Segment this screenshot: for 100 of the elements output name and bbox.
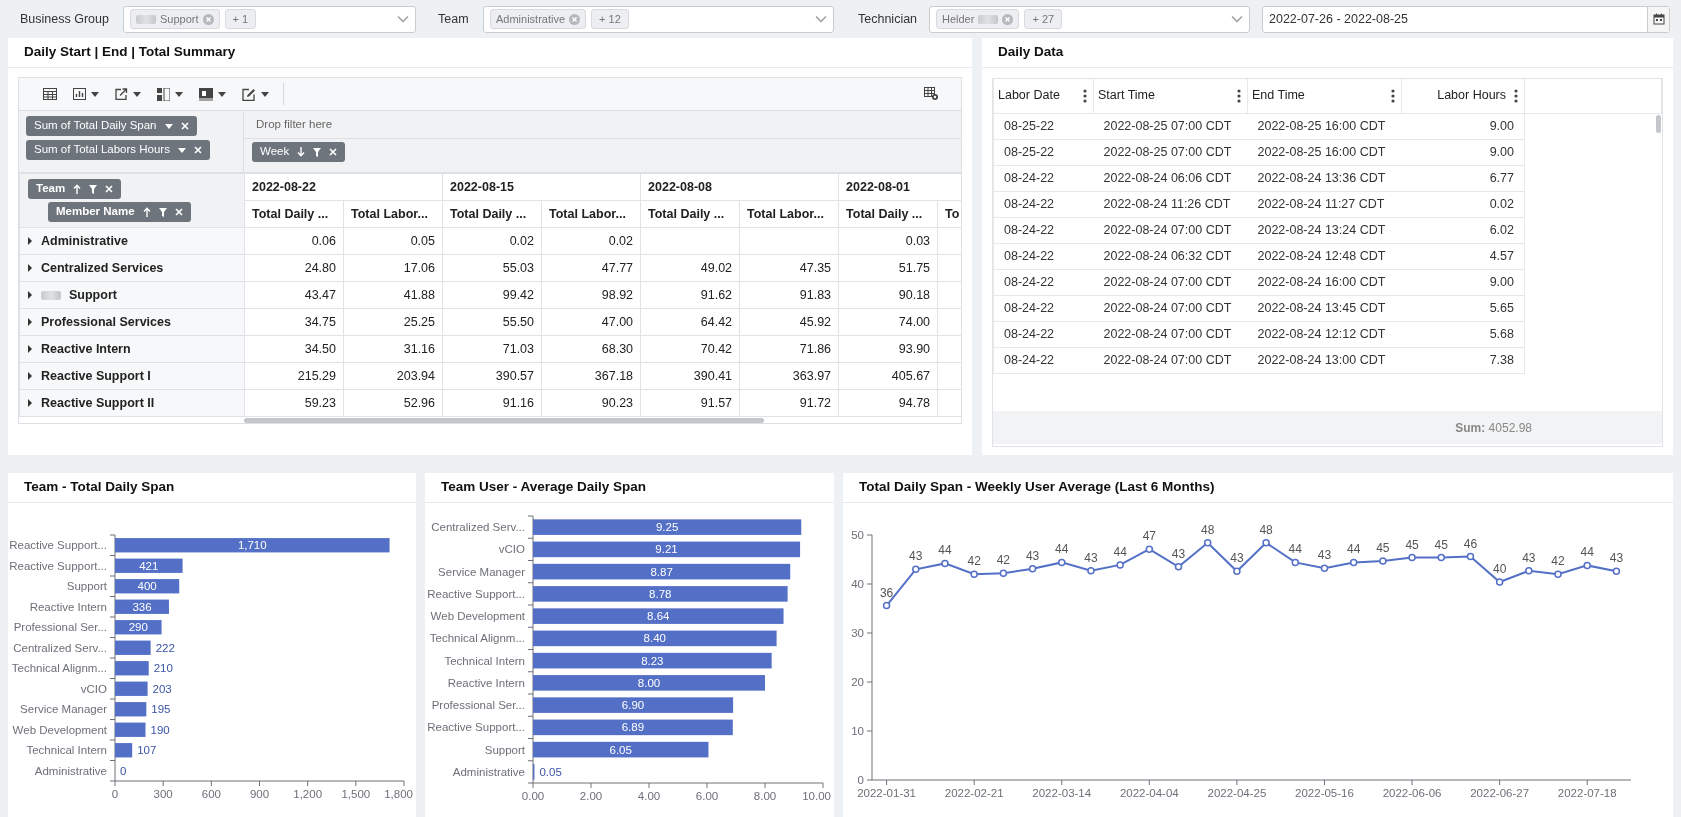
field-chip[interactable]: Week: [252, 142, 346, 162]
column-menu-icon[interactable]: [1514, 88, 1518, 103]
arrow-up-icon[interactable]: [142, 207, 151, 217]
table-cell: 08-24-22: [1004, 196, 1055, 211]
axis-label: 4.00: [637, 790, 661, 802]
table-cell: 5.68: [1489, 326, 1514, 341]
caret-icon: [133, 91, 141, 97]
axis-label: 30: [851, 627, 864, 639]
column-menu-icon[interactable]: [1083, 88, 1087, 103]
arrow-down-icon[interactable]: [297, 147, 306, 157]
column-header: Total Daily ...: [838, 200, 938, 228]
table-cell: 98.92: [601, 287, 634, 302]
table-cell: 363.97: [792, 368, 832, 383]
table-cell: 93.90: [898, 341, 931, 356]
close-icon: [180, 122, 189, 130]
caret-icon: [218, 91, 226, 97]
bar: [115, 743, 133, 758]
close-icon: [105, 185, 114, 193]
more-count-chip[interactable]: + 12: [591, 9, 629, 29]
table-cell: 70.42: [700, 341, 733, 356]
column-header: Start Time: [1098, 87, 1155, 105]
column-menu-icon[interactable]: [1237, 88, 1241, 103]
data-point: [1495, 578, 1504, 586]
data-label: 46: [1463, 536, 1478, 551]
field-chip[interactable]: Team: [28, 179, 122, 199]
field-chip[interactable]: Member Name: [48, 202, 191, 222]
column-menu-icon[interactable]: [1391, 88, 1395, 103]
axis-label: 10: [851, 725, 864, 737]
data-label: 222: [155, 641, 175, 654]
axis-label: 2022-03-14: [1032, 787, 1092, 799]
selected-chip[interactable]: Support: [130, 9, 220, 29]
axis-label: 2022-04-25: [1207, 787, 1267, 799]
data-label: 45: [1434, 537, 1448, 552]
filter-label: Team: [438, 10, 469, 28]
data-label: 421: [139, 559, 159, 572]
table-cell: 91.83: [799, 287, 832, 302]
panel-title: Daily Start | End | Total Summary: [24, 43, 236, 62]
more-count-chip[interactable]: + 27: [1024, 9, 1063, 29]
data-point: [1116, 561, 1124, 569]
column-header: End Time: [1252, 87, 1305, 105]
data-label: 48: [1259, 522, 1273, 537]
selected-chip[interactable]: Administrative: [490, 9, 587, 29]
table-cell: 47.77: [601, 260, 634, 275]
table-cell: 90.23: [601, 395, 634, 410]
table-cell: 2022-08-24 13:24 CDT: [1257, 222, 1386, 237]
selected-chip[interactable]: Helder: [936, 9, 1020, 29]
axis-label: 2022-06-27: [1470, 787, 1530, 799]
axis-label: Reactive Support...: [9, 559, 107, 572]
axis-label: 40: [851, 578, 864, 590]
axis-label: Technical Alignm...: [11, 662, 107, 675]
more-count-chip[interactable]: + 1: [224, 9, 257, 29]
axis-label: 2022-02-21: [944, 787, 1004, 799]
multi-select-field[interactable]: Administrative + 12: [483, 5, 834, 33]
axis-label: Reactive Support...: [427, 721, 525, 734]
multi-select-field[interactable]: Helder + 27: [929, 5, 1250, 33]
column-header: 2022-08-15: [442, 173, 641, 201]
data-label: 8.23: [641, 654, 664, 667]
filter-label: Technician: [858, 10, 918, 28]
data-label: 336: [132, 600, 152, 613]
table-cell: 24.80: [304, 260, 336, 275]
data-label: 43: [1317, 548, 1332, 563]
blurred-text: [978, 14, 999, 24]
remove-icon: [569, 13, 581, 25]
table-cell: 405.67: [891, 368, 931, 383]
data-point: [1087, 567, 1095, 575]
scrollbar[interactable]: [1656, 115, 1661, 133]
scrollbar[interactable]: [244, 418, 764, 423]
data-label: 40: [1492, 562, 1507, 577]
measure-chip[interactable]: Sum of Total Daily Span: [26, 116, 197, 136]
data-label: 210: [153, 662, 173, 675]
axis-label: Technical Intern: [444, 654, 525, 667]
table-cell: 91.57: [700, 395, 733, 410]
panel-title: Team - Total Daily Span: [24, 478, 175, 497]
table-cell: 215.29: [297, 368, 336, 383]
table-cell: 08-24-22: [1004, 222, 1055, 237]
calendar-button[interactable]: [1647, 6, 1669, 32]
multi-select-field[interactable]: Support + 1: [123, 5, 416, 33]
date-range-field[interactable]: 2022-07-26 - 2022-08-25: [1262, 5, 1670, 33]
measure-chip[interactable]: Sum of Total Labors Hours: [26, 140, 210, 160]
table-cell: 99.42: [502, 287, 534, 302]
data-label: 43: [909, 549, 923, 564]
data-label: 44: [1288, 542, 1302, 557]
caret-icon: [175, 91, 183, 97]
axis-label: Service Manager: [20, 703, 107, 716]
data-point: [1291, 558, 1300, 567]
table-cell: 91.72: [799, 395, 832, 410]
table-cell: 45.92: [799, 314, 832, 329]
data-label: 43: [1025, 548, 1040, 563]
data-label: 45: [1376, 540, 1390, 555]
table-cell: 0.03: [905, 233, 931, 248]
data-point: [1262, 539, 1270, 547]
arrow-up-icon[interactable]: [73, 184, 82, 194]
data-label: 44: [938, 543, 952, 558]
data-point: [1320, 564, 1329, 573]
data-point: [1174, 563, 1183, 571]
axis-label: 2022-01-31: [857, 787, 916, 799]
axis-label: vCIO: [498, 543, 525, 556]
axis-label: 2.00: [579, 790, 603, 802]
table-cell: 71.86: [799, 341, 832, 356]
data-point: [999, 569, 1008, 577]
